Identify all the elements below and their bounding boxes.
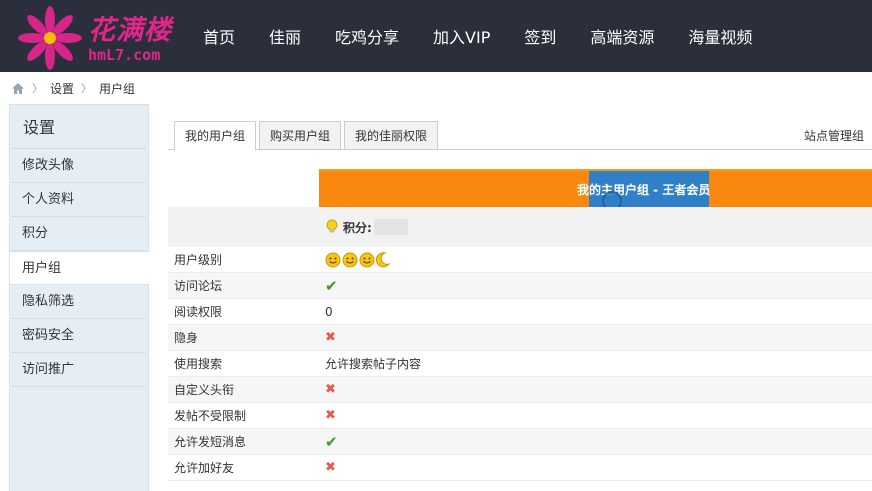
- table-row: 用户级别: [168, 247, 872, 273]
- tab-buy-usergroup[interactable]: 购买用户组: [259, 121, 342, 150]
- breadcrumb-settings[interactable]: 设置: [50, 80, 74, 97]
- nav-item-beauties[interactable]: 佳丽: [255, 0, 315, 72]
- perm-value: ✖: [319, 382, 872, 397]
- cross-icon: ✖: [325, 408, 336, 423]
- perm-label: 访问论坛: [174, 279, 223, 293]
- table-row: 访问论坛 ✔: [168, 273, 872, 299]
- breadcrumb-usergroup: 用户组: [99, 81, 136, 96]
- logo-title: 花满楼: [88, 15, 172, 46]
- perm-label: 允许发短消息: [174, 435, 247, 449]
- perm-label: 发帖不受限制: [174, 409, 247, 423]
- lightbulb-icon: [326, 219, 338, 233]
- site-admin-group-link[interactable]: 站点管理组: [804, 127, 864, 144]
- table-row: 允许加好友 ✖: [168, 455, 872, 481]
- sidebar-title: 设置: [12, 105, 146, 149]
- sidebar-item-privacy[interactable]: 隐私筛选: [12, 285, 146, 319]
- top-header: 花满楼 hmL7.com 首页 佳丽 吃鸡分享 加入VIP 签到 高端资源 海量…: [0, 0, 872, 72]
- sidebar-item-credits[interactable]: 积分: [12, 217, 146, 251]
- score-label: 积分:: [343, 220, 372, 235]
- main-content: 我的用户组 购买用户组 我的佳丽权限 站点管理组 我的主用户组 - 王者会员 积…: [168, 104, 872, 491]
- check-icon: ✔: [325, 432, 338, 451]
- permission-table: 用户级别 访问论坛 ✔ 阅读权限 0 隐身 ✖ 使用搜索 允许搜索帖子内容 自定…: [168, 247, 872, 481]
- perm-label: 用户级别: [174, 253, 223, 267]
- score-value-redacted: [373, 219, 408, 235]
- breadcrumb-separator-icon: 〉: [81, 82, 93, 95]
- usergroup-header: 我的主用户组 - 王者会员: [319, 169, 872, 211]
- table-row: 允许发短消息 ✔: [168, 429, 872, 455]
- tab-beauty-permissions[interactable]: 我的佳丽权限: [344, 121, 439, 150]
- perm-value: [319, 251, 872, 268]
- table-row: 隐身 ✖: [168, 325, 872, 351]
- breadcrumb-separator-icon: 〉: [32, 82, 43, 95]
- perm-value: ✖: [319, 460, 872, 475]
- perm-value: 允许搜索帖子内容: [325, 357, 422, 371]
- score-row: 积分:: [319, 207, 872, 247]
- perm-value: ✖: [319, 408, 872, 423]
- check-icon: ✔: [325, 276, 338, 295]
- logo-url: hmL7.com: [88, 46, 161, 64]
- tab-my-usergroup[interactable]: 我的用户组: [174, 121, 257, 151]
- perm-label: 阅读权限: [174, 305, 223, 319]
- sun-level-icon: [342, 252, 358, 267]
- flower-logo-icon: [18, 6, 82, 70]
- perm-label: 自定义头衔: [174, 383, 235, 397]
- cross-icon: ✖: [325, 382, 336, 397]
- nav-item-premium[interactable]: 高端资源: [576, 0, 668, 72]
- sun-level-icon: [359, 252, 375, 267]
- home-icon[interactable]: [11, 82, 25, 95]
- cross-icon: ✖: [325, 330, 336, 345]
- perm-value: ✔: [319, 433, 872, 451]
- perm-label: 使用搜索: [174, 357, 223, 371]
- sidebar-item-usergroup[interactable]: 用户组: [10, 251, 149, 285]
- table-row: 使用搜索 允许搜索帖子内容: [168, 351, 872, 377]
- perm-value: 0: [325, 304, 333, 319]
- breadcrumb: 〉 设置 〉 用户组: [0, 72, 872, 104]
- nav-item-videos[interactable]: 海量视频: [674, 0, 766, 72]
- sidebar-item-avatar[interactable]: 修改头像: [12, 149, 146, 183]
- table-row: 阅读权限 0: [168, 299, 872, 325]
- settings-sidebar: 设置 修改头像 个人资料 积分 用户组 隐私筛选 密码安全 访问推广: [9, 104, 149, 491]
- perm-value: ✖: [319, 330, 872, 345]
- nav-item-pubg-share[interactable]: 吃鸡分享: [321, 0, 413, 72]
- score-row-label-cell: [168, 207, 319, 247]
- site-logo[interactable]: 花满楼 hmL7.com: [14, 4, 184, 70]
- nav-item-checkin[interactable]: 签到: [510, 0, 570, 72]
- sun-level-icon: [325, 252, 341, 267]
- sidebar-item-promotion[interactable]: 访问推广: [12, 353, 146, 387]
- table-row: 发帖不受限制 ✖: [168, 403, 872, 429]
- cross-icon: ✖: [325, 460, 336, 475]
- moon-level-icon: [376, 251, 390, 267]
- nav-item-join-vip[interactable]: 加入VIP: [419, 0, 504, 72]
- sidebar-item-password[interactable]: 密码安全: [12, 319, 146, 353]
- table-row: 自定义头衔 ✖: [168, 377, 872, 403]
- main-nav: 首页 佳丽 吃鸡分享 加入VIP 签到 高端资源 海量视频: [190, 0, 772, 72]
- usergroup-tabs: 我的用户组 购买用户组 我的佳丽权限: [168, 121, 872, 151]
- usergroup-header-label: 我的主用户组 - 王者会员: [577, 183, 711, 197]
- user-level-icons: [325, 251, 390, 268]
- perm-value: ✔: [319, 277, 872, 295]
- perm-label: 隐身: [174, 331, 199, 345]
- nav-item-home[interactable]: 首页: [190, 0, 249, 72]
- perm-label: 允许加好友: [174, 461, 235, 475]
- sidebar-item-profile[interactable]: 个人资料: [12, 183, 146, 217]
